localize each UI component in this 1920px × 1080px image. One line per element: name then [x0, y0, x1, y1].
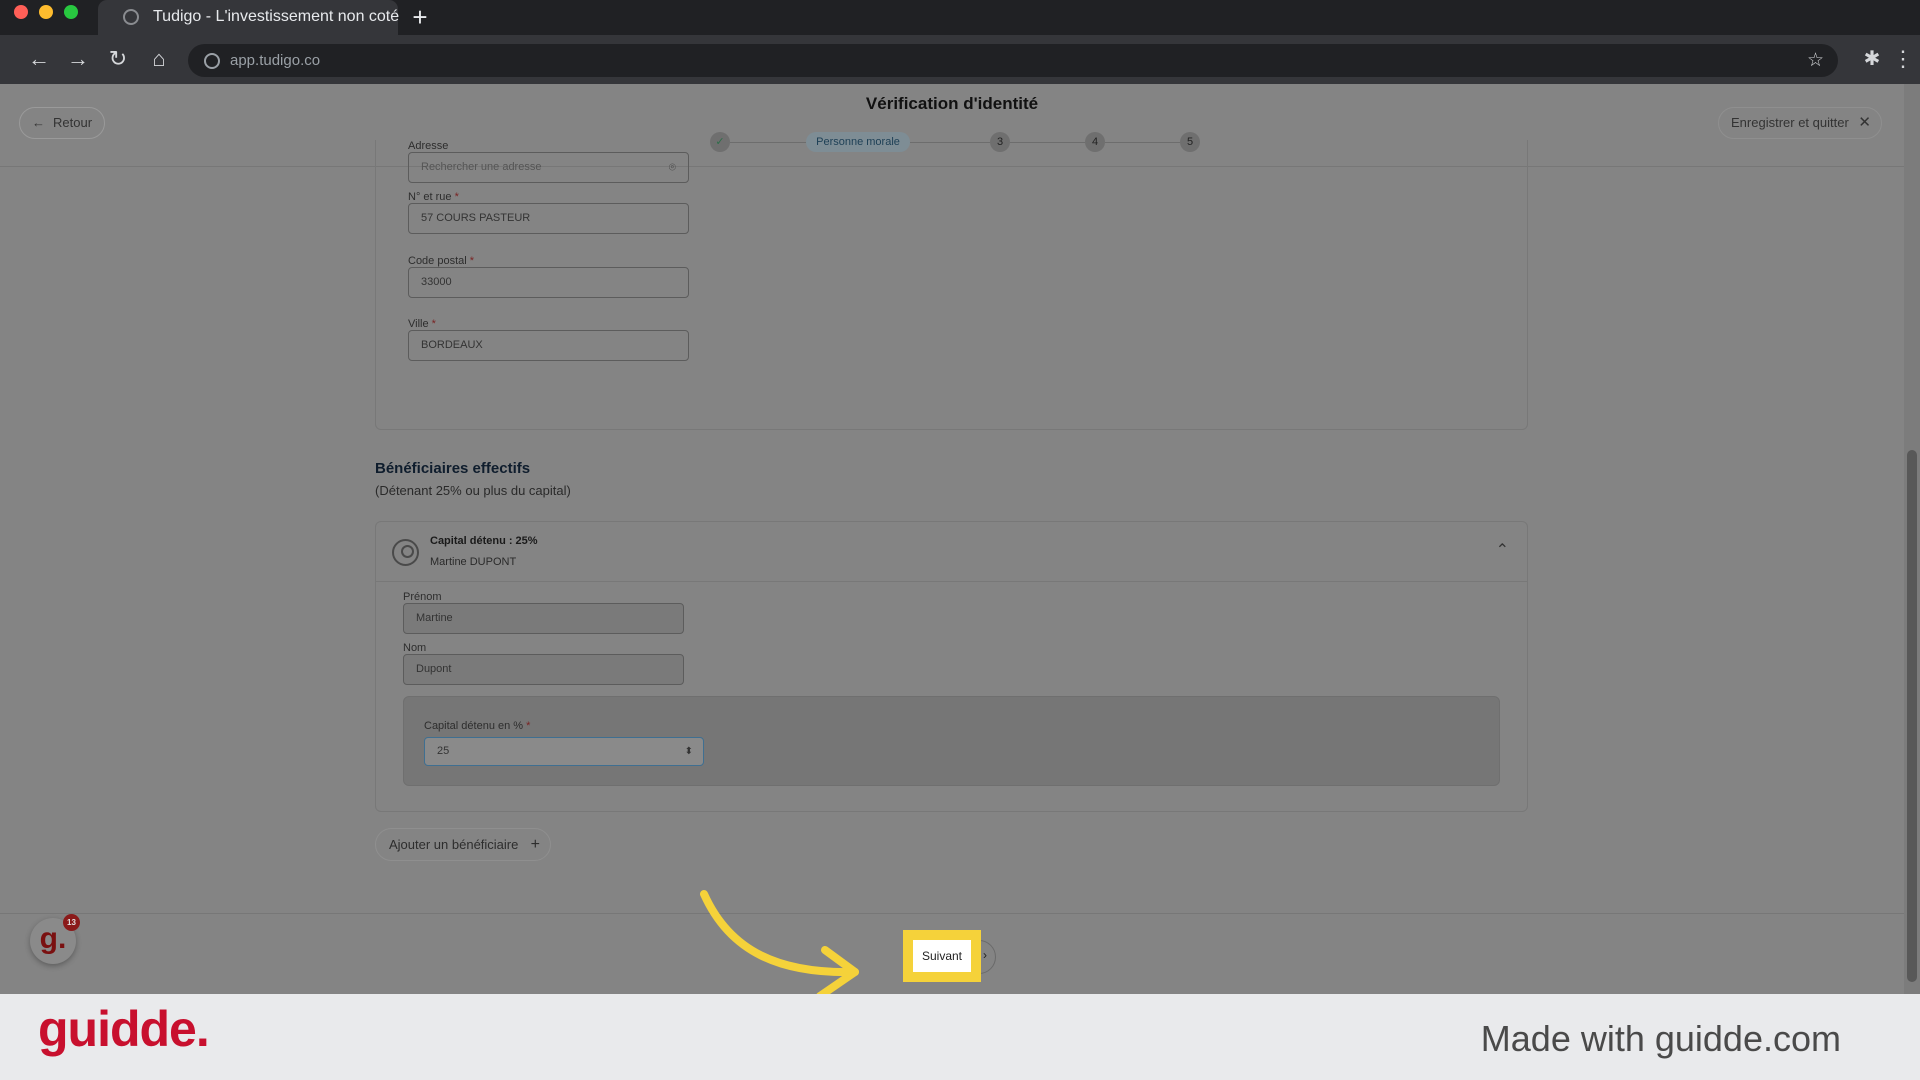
guidde-badge-letter: g. — [39, 922, 67, 955]
reload-icon[interactable]: ↻ — [100, 41, 136, 77]
save-and-quit-label: Enregistrer et quitter — [1731, 115, 1849, 130]
zip-label: Code postal * — [408, 255, 474, 267]
required-mark: * — [526, 720, 531, 732]
city-label: Ville * — [408, 318, 436, 330]
guidde-logo: guidde. — [38, 1001, 210, 1057]
next-button[interactable]: Suivant — [913, 940, 971, 972]
guidde-footer: guidde. Made with guidde.com — [0, 994, 1920, 1080]
street-label-text: N° et rue — [408, 191, 452, 203]
firstname-input[interactable]: Martine — [403, 603, 684, 634]
zip-label-text: Code postal — [408, 255, 467, 267]
capital-label: Capital détenu en % * — [424, 720, 530, 732]
close-icon: ✕ — [1858, 114, 1871, 131]
beneficiary-capital-summary: Capital détenu : 25% — [430, 535, 538, 547]
save-and-quit-button[interactable]: Enregistrer et quitter ✕ — [1718, 107, 1882, 139]
city-input[interactable]: BORDEAUX — [408, 330, 689, 361]
page: ← Retour Vérification d'identité ✓ Person… — [0, 84, 1920, 994]
url-text: app.tudigo.co — [230, 52, 321, 69]
beneficiaries-title: Bénéficiaires effectifs — [375, 460, 531, 477]
guidde-badge[interactable]: g. 13 — [30, 914, 80, 964]
star-icon[interactable]: ☆ — [1807, 49, 1824, 72]
address-search-placeholder: Rechercher une adresse — [421, 161, 542, 173]
required-mark: * — [469, 255, 475, 267]
minimize-window-button[interactable] — [39, 5, 53, 19]
globe-icon — [123, 9, 139, 25]
beneficiary-name-summary: Martine DUPONT — [430, 556, 517, 568]
guidde-badge-count: 13 — [63, 914, 80, 931]
close-window-button[interactable] — [14, 5, 28, 19]
street-label: N° et rue * — [408, 191, 459, 203]
user-avatar-icon — [392, 539, 419, 566]
chevron-right-icon: › — [983, 948, 987, 962]
add-beneficiary-label: Ajouter un bénéficiaire — [389, 837, 519, 852]
scrollbar-thumb[interactable] — [1907, 450, 1917, 982]
address-card: Adresse Rechercher une adresse ⌾ N° et r… — [375, 140, 1528, 430]
tab-title: Tudigo - L'investissement non coté — [153, 8, 400, 25]
spinner-arrows-icon[interactable]: ⬍ — [685, 738, 693, 765]
beneficiaries-subtitle: (Détenant 25% ou plus du capital) — [375, 483, 571, 498]
firstname-label: Prénom — [403, 591, 442, 603]
address-search-input[interactable]: Rechercher une adresse ⌾ — [408, 152, 689, 183]
back-arrow-icon[interactable]: ← — [21, 41, 57, 77]
required-mark: * — [431, 318, 436, 330]
back-button-label: Retour — [53, 115, 93, 130]
lastname-input[interactable]: Dupont — [403, 654, 684, 685]
globe-icon — [204, 53, 220, 69]
forward-arrow-icon[interactable]: → — [60, 41, 96, 77]
add-beneficiary-button[interactable]: Ajouter un bénéficiaire + — [375, 828, 551, 861]
beneficiary-card: Capital détenu : 25% Martine DUPONT ⌃ Pr… — [375, 521, 1528, 812]
capital-label-text: Capital détenu en % — [424, 720, 524, 732]
capital-percent-input[interactable]: 25 ⬍ — [424, 737, 704, 766]
address-label: Adresse — [408, 140, 449, 152]
street-input[interactable]: 57 COURS PASTEUR — [408, 203, 689, 234]
back-button[interactable]: ← Retour — [19, 107, 105, 139]
capital-box: Capital détenu en % * 25 ⬍ — [403, 696, 1500, 786]
maximize-window-button[interactable] — [64, 5, 78, 19]
footer-divider — [0, 913, 1904, 914]
chevron-up-icon[interactable]: ⌃ — [1496, 540, 1509, 560]
pointer-arrow-icon — [700, 890, 859, 994]
home-icon[interactable]: ⌂ — [141, 41, 177, 77]
browser-toolbar: ← → ↻ ⌂ app.tudigo.co ☆ ✱ ⋮ — [0, 35, 1920, 84]
zip-input[interactable]: 33000 — [408, 267, 689, 298]
page-title: Vérification d'identité — [865, 94, 1039, 113]
capital-percent-value: 25 — [437, 745, 450, 757]
made-with-text: Made with guidde.com — [1480, 1018, 1841, 1059]
kebab-menu-icon[interactable]: ⋮ — [1892, 41, 1914, 77]
location-pin-icon: ⌾ — [668, 160, 676, 174]
city-label-text: Ville — [408, 318, 429, 330]
plus-icon: + — [530, 836, 540, 853]
browser-title-bar: Tudigo - L'investissement non coté + — [0, 0, 1920, 35]
arrow-left-icon: ← — [32, 115, 45, 130]
new-tab-button[interactable]: + — [405, 2, 435, 32]
page-scrollbar[interactable] — [1904, 84, 1920, 994]
address-bar[interactable]: app.tudigo.co ☆ — [188, 44, 1838, 77]
lastname-label: Nom — [403, 642, 427, 654]
beneficiary-card-header[interactable]: Capital détenu : 25% Martine DUPONT ⌃ — [376, 522, 1527, 582]
puzzle-icon[interactable]: ✱ — [1857, 41, 1887, 77]
required-mark: * — [454, 191, 459, 203]
browser-tab[interactable]: Tudigo - L'investissement non coté — [98, 0, 400, 35]
